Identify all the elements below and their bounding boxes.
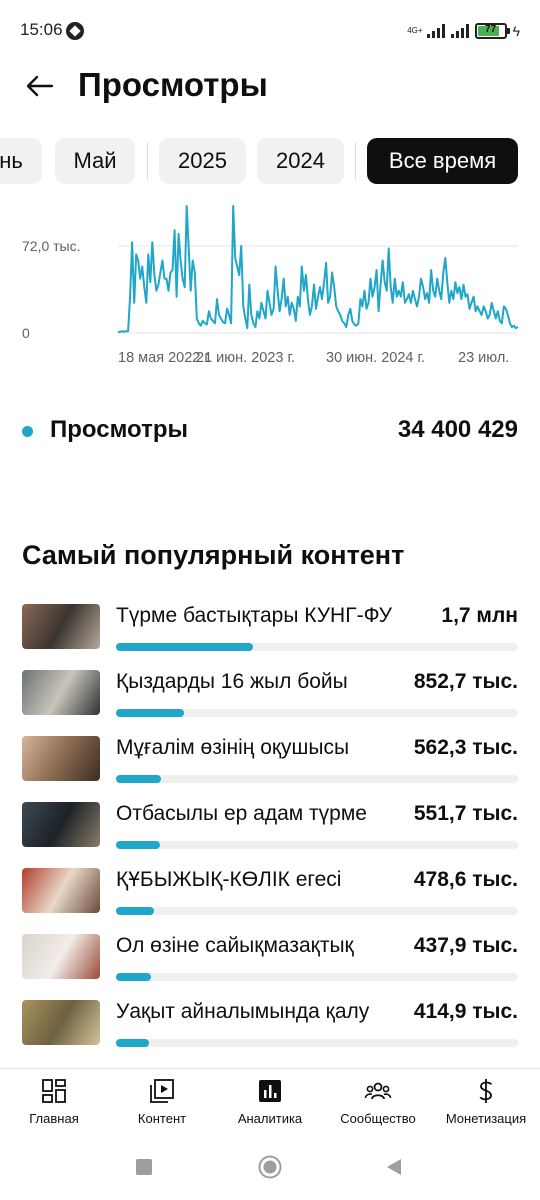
nav-item-monetization[interactable]: Монетизация: [432, 1069, 540, 1137]
vpn-icon: [66, 22, 84, 40]
views-total-label: Просмотры: [50, 416, 189, 443]
content-row[interactable]: Мұғалім өзінің оқушысы 562,3 тыс.: [0, 732, 540, 788]
app-header: Просмотры: [0, 64, 540, 114]
content-title: Түрме бастықтары КУНГ-ФУ: [116, 604, 392, 627]
views-share-bar: [116, 775, 518, 783]
content-views: 852,7 тыс.: [413, 670, 518, 693]
video-thumbnail: [22, 802, 100, 847]
system-navigation: [0, 1136, 540, 1200]
video-thumbnail: [22, 736, 100, 781]
status-time: 15:06: [20, 20, 63, 39]
content-title: Отбасылы ер адам түрме: [116, 802, 367, 825]
views-share-fill: [116, 841, 161, 849]
status-indicators: 4G+ 77 ϟ: [407, 20, 520, 42]
content-row[interactable]: Түрме бастықтары КУНГ-ФУ 1,7 млн: [0, 600, 540, 656]
views-share-bar: [116, 709, 518, 717]
video-thumbnail: [22, 1000, 100, 1045]
views-total-value: 34 400 429: [397, 416, 518, 443]
content-views: 551,7 тыс.: [413, 802, 518, 825]
network-type-label: 4G+: [407, 26, 423, 35]
nav-item-analytics[interactable]: Аналитика: [216, 1069, 324, 1137]
views-share-bar: [116, 973, 518, 981]
nav-item-home[interactable]: Главная: [0, 1069, 108, 1137]
arrow-left-icon: [26, 75, 54, 97]
chip-period-0[interactable]: нь: [0, 138, 42, 184]
dashboard-icon: [42, 1079, 66, 1103]
content-views: 414,9 тыс.: [413, 1000, 518, 1023]
y-tick-label: 0: [22, 325, 30, 341]
nav-label-monetization: Монетизация: [445, 1111, 527, 1126]
views-chart: 72,0 тыс. 0 18 мая 2022 г. 21 июн. 2023 г. 3…: [0, 190, 540, 380]
back-button[interactable]: [22, 68, 58, 104]
nav-item-community[interactable]: Сообщество: [324, 1069, 432, 1137]
period-chips: нь Май 2025 2024 Все время: [0, 138, 540, 184]
views-share-fill: [116, 973, 151, 981]
content-row[interactable]: Ол өзіне сайықмазақтық 437,9 тыс.: [0, 930, 540, 986]
back-triangle-icon[interactable]: [384, 1157, 404, 1177]
series-dot: [22, 426, 33, 437]
views-share-bar: [116, 643, 518, 651]
content-row[interactable]: Отбасылы ер адам түрме 551,7 тыс.: [0, 798, 540, 854]
cell-signal-2-icon: [450, 24, 469, 38]
video-thumbnail: [22, 868, 100, 913]
views-share-fill: [116, 907, 155, 915]
nav-label-home: Главная: [29, 1111, 79, 1126]
content-title: ҚҰБЫЖЫҚ-КӨЛІК егесі: [116, 868, 342, 891]
views-share-fill: [116, 643, 253, 651]
views-share-fill: [116, 709, 185, 717]
content-title: Уақыт айналымында қалу: [116, 1000, 370, 1023]
x-tick-label: 21 июн. 2023 г.: [196, 350, 295, 366]
views-share-bar: [116, 1039, 518, 1047]
content-title: Мұғалім өзінің оқушысы: [116, 736, 350, 759]
views-total: Просмотры 34 400 429: [22, 414, 518, 450]
views-share-fill: [116, 1039, 150, 1047]
dollar-icon: [479, 1079, 492, 1103]
community-icon: [364, 1082, 392, 1100]
views-share-fill: [116, 775, 162, 783]
chip-period-1[interactable]: Май: [55, 138, 135, 184]
home-icon[interactable]: [258, 1155, 282, 1179]
content-row[interactable]: Қыздарды 16 жыл бойы 852,7 тыс.: [0, 666, 540, 722]
content-views: 478,6 тыс.: [413, 868, 518, 891]
bottom-navigation: Главная Контент Аналитика Сообщество Мон…: [0, 1068, 540, 1136]
nav-label-content: Контент: [137, 1111, 187, 1126]
chip-divider: [147, 142, 148, 180]
page-title: Просмотры: [78, 66, 268, 103]
video-thumbnail: [22, 934, 100, 979]
content-views: 1,7 млн: [441, 604, 518, 627]
recent-apps-icon[interactable]: [135, 1158, 153, 1176]
chip-period-4[interactable]: Все время: [367, 138, 518, 184]
status-bar: 15:06 4G+ 77 ϟ: [0, 0, 540, 64]
charging-icon: ϟ: [512, 23, 520, 39]
content-title: Ол өзіне сайықмазақтық: [116, 934, 354, 957]
video-thumbnail: [22, 670, 100, 715]
nav-label-analytics: Аналитика: [237, 1111, 303, 1126]
series-line: [117, 205, 519, 334]
views-share-bar: [116, 841, 518, 849]
nav-label-community: Сообщество: [340, 1111, 416, 1126]
content-title: Қыздарды 16 жыл бойы: [116, 670, 348, 693]
x-tick-label: 23 июл.: [458, 350, 509, 366]
popular-content-title: Самый популярный контент: [22, 540, 405, 570]
video-library-icon: [150, 1079, 174, 1103]
nav-item-content[interactable]: Контент: [108, 1069, 216, 1137]
content-row[interactable]: Уақыт айналымында қалу 414,9 тыс.: [0, 996, 540, 1052]
content-views: 562,3 тыс.: [413, 736, 518, 759]
battery-icon: 77: [474, 23, 510, 39]
chip-period-2[interactable]: 2025: [159, 138, 246, 184]
content-views: 437,9 тыс.: [413, 934, 518, 957]
video-thumbnail: [22, 604, 100, 649]
views-share-bar: [116, 907, 518, 915]
cell-signal-icon: [426, 24, 445, 38]
chip-divider: [355, 142, 356, 180]
views-line-chart: 72,0 тыс.018 мая 2022 г.21 июн. 2023 г. 3…: [22, 205, 519, 366]
content-row[interactable]: ҚҰБЫЖЫҚ-КӨЛІК егесі 478,6 тыс.: [0, 864, 540, 920]
x-tick-label: 30 июн. 2024 г.: [326, 350, 425, 366]
y-tick-label: 72,0 тыс.: [22, 238, 81, 254]
analytics-icon: [259, 1080, 281, 1102]
chip-period-3[interactable]: 2024: [257, 138, 344, 184]
